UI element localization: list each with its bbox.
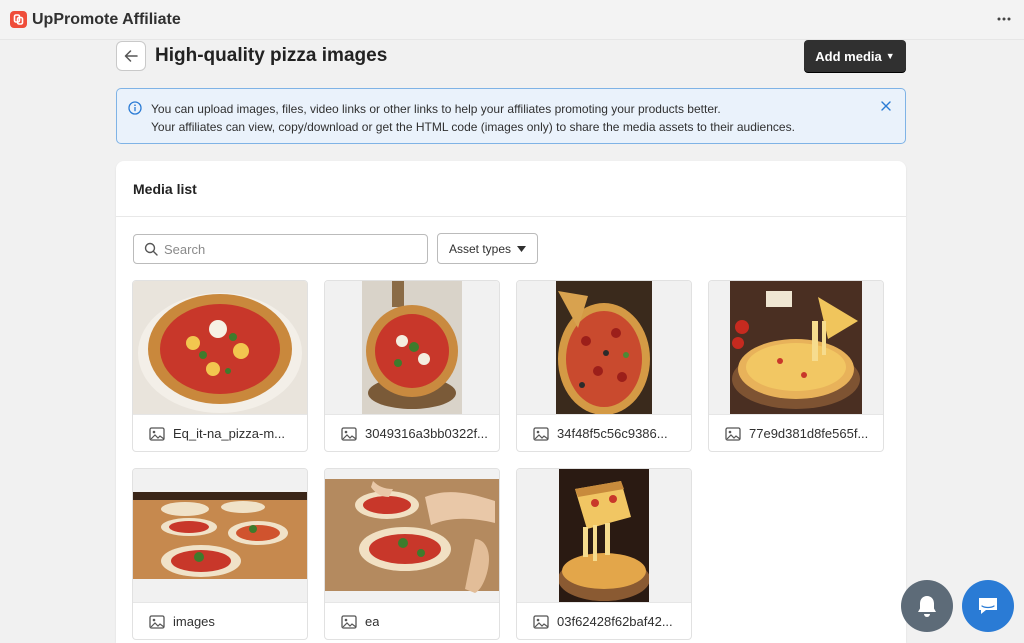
asset-types-button[interactable]: Asset types <box>437 233 538 264</box>
app-logo-icon <box>10 11 27 28</box>
caret-down-icon: ▼ <box>885 51 895 61</box>
image-icon <box>533 614 549 629</box>
more-horizontal-icon[interactable] <box>992 8 1016 30</box>
media-thumbnail <box>133 469 307 602</box>
media-thumbnail <box>133 281 307 414</box>
media-item-footer: 3049316a3bb0322f... <box>325 414 499 451</box>
image-icon <box>341 614 357 629</box>
media-item-footer: 34f48f5c56c9386... <box>517 414 691 451</box>
media-item-name: Eq_it-na_pizza-m... <box>173 426 285 441</box>
notifications-button[interactable] <box>901 580 953 632</box>
add-media-label: Add media <box>815 48 882 64</box>
back-button[interactable] <box>116 41 146 71</box>
close-icon[interactable] <box>879 99 893 113</box>
search-field[interactable] <box>133 234 428 264</box>
media-item-name: 34f48f5c56c9386... <box>557 426 668 441</box>
chat-icon <box>979 598 997 614</box>
media-thumbnail <box>517 469 691 602</box>
media-item-name: images <box>173 614 215 629</box>
search-icon <box>144 242 158 256</box>
media-item-name: 3049316a3bb0322f... <box>365 426 488 441</box>
media-item[interactable]: images <box>132 468 308 640</box>
app-title: UpPromote Affiliate <box>32 10 181 28</box>
image-icon <box>533 426 549 441</box>
media-item-footer: 03f62428f62baf42... <box>517 602 691 639</box>
image-icon <box>149 614 165 629</box>
media-item[interactable]: Eq_it-na_pizza-m... <box>132 280 308 452</box>
page-title: High-quality pizza images <box>155 45 388 66</box>
media-item-footer: Eq_it-na_pizza-m... <box>133 414 307 451</box>
bell-icon <box>918 596 936 617</box>
asset-types-label: Asset types <box>448 241 512 256</box>
image-icon <box>341 426 357 441</box>
media-item-name: 77e9d381d8fe565f... <box>749 426 869 441</box>
media-item-footer: ea <box>325 602 499 639</box>
page-header: High-quality pizza images Add media ▼ <box>116 40 906 72</box>
media-item-name: 03f62428f62baf42... <box>557 614 673 629</box>
media-thumbnail <box>325 469 499 602</box>
banner-line-2: Your affiliates can view, copy/download … <box>151 120 795 134</box>
card-header: Media list <box>116 161 906 217</box>
caret-down-icon <box>517 245 527 252</box>
media-list-card: Media list Asset types <box>116 161 906 643</box>
media-item[interactable]: ea <box>324 468 500 640</box>
arrow-left-icon <box>124 50 138 62</box>
media-item-name: ea <box>365 614 380 629</box>
media-thumbnail <box>517 281 691 414</box>
info-banner: You can upload images, files, video link… <box>116 88 906 144</box>
media-item[interactable]: 34f48f5c56c9386... <box>516 280 692 452</box>
media-thumbnail <box>325 281 499 414</box>
media-item-footer: 77e9d381d8fe565f... <box>709 414 883 451</box>
chat-button[interactable] <box>962 580 1014 632</box>
info-icon <box>128 101 142 115</box>
media-item[interactable]: 3049316a3bb0322f... <box>324 280 500 452</box>
search-input[interactable] <box>164 241 404 257</box>
media-item[interactable]: 77e9d381d8fe565f... <box>708 280 884 452</box>
app-header: UpPromote Affiliate <box>0 0 1024 40</box>
media-item[interactable]: 03f62428f62baf42... <box>516 468 692 640</box>
media-item-footer: images <box>133 602 307 639</box>
add-media-button[interactable]: Add media ▼ <box>804 40 906 72</box>
banner-line-1: You can upload images, files, video link… <box>151 102 721 116</box>
media-list-title: Media list <box>133 180 197 197</box>
media-thumbnail <box>709 281 883 414</box>
image-icon <box>725 426 741 441</box>
image-icon <box>149 426 165 441</box>
